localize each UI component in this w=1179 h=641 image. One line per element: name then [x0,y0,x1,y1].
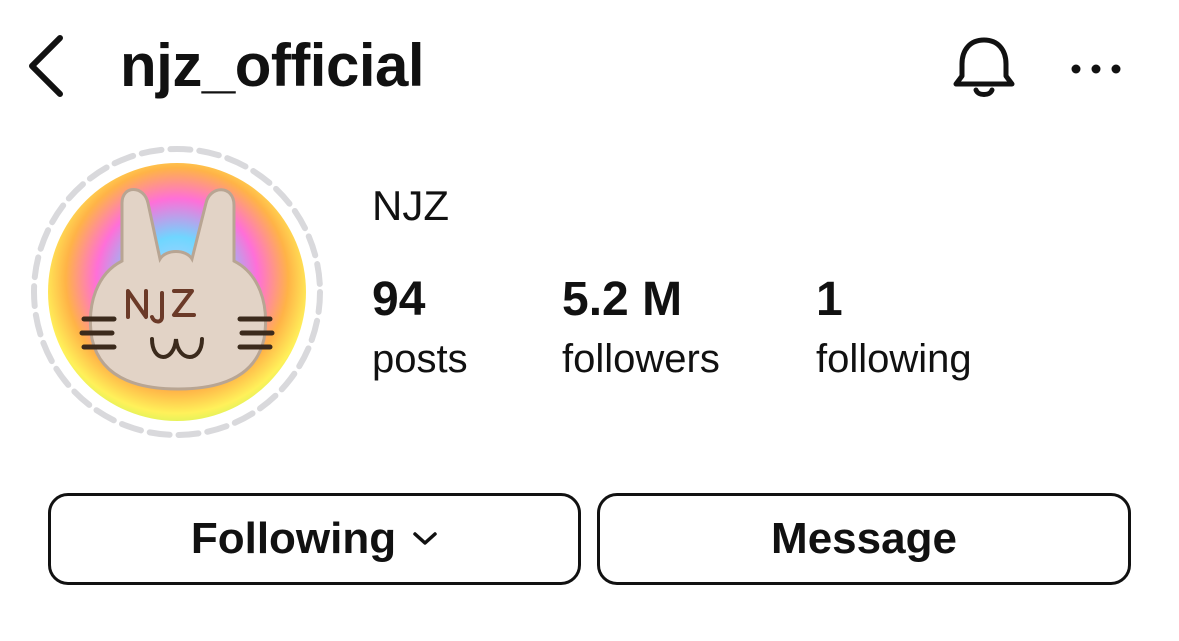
posts-count[interactable]: 94 posts [372,272,468,384]
posts-count-value: 94 [372,273,426,326]
followers-count[interactable]: 5.2 M followers [562,272,720,384]
message-button[interactable]: Message [597,493,1131,585]
profile-username: njz_official [120,32,425,99]
following-count[interactable]: 1 following [816,272,972,384]
message-button-label: Message [771,514,957,563]
profile-avatar[interactable] [30,145,330,445]
bell-icon [953,37,1015,97]
followers-count-value: 5.2 M [562,273,683,326]
more-horizontal-icon [1071,64,1121,74]
following-count-label: following [816,337,972,381]
notifications-button[interactable] [948,30,1020,102]
back-button[interactable] [22,30,72,100]
following-button[interactable]: Following [48,493,581,585]
avatar-image [48,163,306,421]
following-button-label: Following [190,514,397,563]
chevron-left-icon [29,35,63,97]
following-count-value: 1 [816,273,843,326]
more-options-button[interactable] [1066,44,1126,94]
display-name: NJZ [372,182,449,229]
followers-count-label: followers [562,337,720,381]
chevron-down-icon [412,531,438,547]
posts-count-label: posts [372,337,468,381]
